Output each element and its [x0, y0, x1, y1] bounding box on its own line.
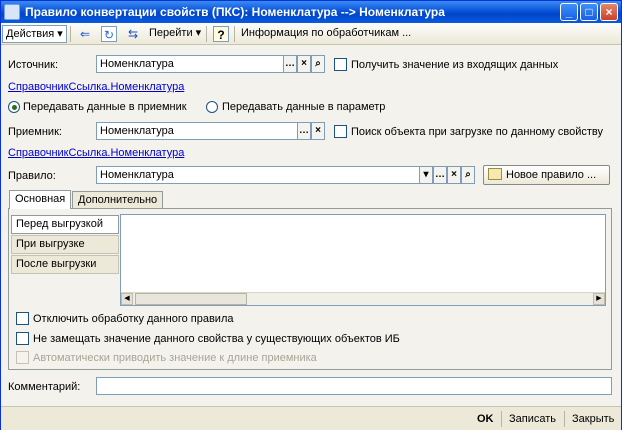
source-type-link[interactable]: СправочникСсылка.Номенклатура	[8, 81, 184, 93]
maximize-icon: □	[585, 5, 593, 19]
source-label: Источник:	[8, 59, 59, 71]
rule-label: Правило:	[8, 170, 56, 182]
rule-search-button[interactable]: ⌕	[461, 166, 475, 184]
disable-rule-checkbox[interactable]	[16, 312, 29, 325]
clear-icon: ×	[301, 58, 307, 69]
close-button[interactable]: Закрыть	[572, 410, 614, 428]
toolbar-separator	[206, 26, 207, 42]
help-button[interactable]: ?	[213, 26, 229, 42]
arrow-left-icon[interactable]: ⇐	[77, 26, 93, 42]
footer-separator	[564, 411, 565, 427]
search-icon: ⌕	[315, 58, 321, 69]
disable-rule-label: Отключить обработку данного правила	[33, 313, 234, 325]
goto-label: Перейти	[149, 27, 193, 39]
handler-code-editor[interactable]: ◀ ▶	[120, 214, 606, 306]
receiver-type-link[interactable]: СправочникСсылка.Номенклатура	[8, 147, 184, 159]
scroll-right-icon[interactable]: ▶	[593, 293, 605, 305]
toolbar-separator	[70, 26, 71, 42]
search-on-load-label: Поиск объекта при загрузке по данному св…	[351, 126, 604, 138]
goto-icon[interactable]: ⇆	[125, 26, 141, 42]
source-field[interactable]: Номенклатура	[96, 55, 284, 73]
handler-before-export[interactable]: Перед выгрузкой	[11, 215, 119, 234]
receiver-clear-button[interactable]: ×	[311, 122, 325, 140]
no-replace-checkbox[interactable]	[16, 332, 29, 345]
save-button[interactable]: Записать	[509, 410, 556, 428]
auto-length-checkbox[interactable]	[16, 351, 29, 364]
search-on-load-checkbox[interactable]	[334, 125, 347, 138]
comment-label: Комментарий:	[8, 381, 81, 393]
tab-main[interactable]: Основная	[9, 190, 72, 209]
handlers-info-button[interactable]: Информация по обработчикам ...	[241, 25, 411, 43]
get-from-incoming-label: Получить значение из входящих данных	[351, 59, 559, 71]
receiver-select-button[interactable]: …	[297, 122, 311, 140]
footer-separator	[501, 411, 502, 427]
receiver-field[interactable]: Номенклатура	[96, 122, 298, 140]
dropdown-arrow-icon: ▾	[57, 28, 63, 40]
minimize-button[interactable]: _	[560, 3, 578, 21]
scroll-left-icon[interactable]: ◀	[121, 293, 133, 305]
radio-selected-dot	[12, 105, 17, 110]
tab-additional[interactable]: Дополнительно	[72, 191, 164, 209]
clear-icon: ×	[315, 125, 321, 136]
rule-dropdown-button[interactable]: ▾	[419, 166, 433, 184]
title-bar[interactable]: Правило конвертации свойств (ПКС): Номен…	[1, 1, 621, 23]
source-clear-button[interactable]: ×	[297, 55, 311, 73]
chevron-down-icon: ▾	[423, 169, 429, 180]
new-rule-button[interactable]: Новое правило ...	[483, 165, 610, 185]
comment-field[interactable]	[96, 377, 612, 395]
form-icon	[4, 4, 20, 20]
toolbar: Действия ▾ ⇐ ↻ ⇆ Перейти ▾ ? Информация …	[1, 23, 621, 45]
ok-button[interactable]: OK	[477, 410, 494, 428]
source-search-button[interactable]: ⌕	[311, 55, 325, 73]
refresh-icon[interactable]: ↻	[101, 26, 117, 42]
rule-field[interactable]: Номенклатура	[96, 166, 420, 184]
footer-bar: OK Записать Закрыть	[1, 406, 621, 430]
scroll-thumb[interactable]	[135, 293, 247, 305]
close-icon: ×	[605, 5, 613, 19]
actions-label: Действия	[6, 28, 55, 40]
radio-pass-to-param[interactable]	[206, 101, 218, 113]
window-title: Правило конвертации свойств (ПКС): Номен…	[25, 5, 445, 19]
radio-pass-to-receiver-label: Передавать данные в приемник	[23, 101, 187, 113]
radio-pass-to-receiver[interactable]	[8, 101, 20, 113]
no-replace-label: Не замещать значение данного свойства у …	[33, 333, 400, 345]
maximize-button[interactable]: □	[580, 3, 598, 21]
goto-menu-button[interactable]: Перейти ▾	[149, 25, 201, 43]
minimize-icon: _	[565, 5, 573, 19]
get-from-incoming-checkbox[interactable]	[334, 58, 347, 71]
handler-on-export[interactable]: При выгрузке	[11, 235, 119, 254]
source-select-button[interactable]: …	[283, 55, 297, 73]
rule-clear-button[interactable]: ×	[447, 166, 461, 184]
horizontal-scrollbar[interactable]: ◀ ▶	[121, 292, 605, 305]
rule-window: Правило конвертации свойств (ПКС): Номен…	[0, 0, 622, 430]
auto-length-label: Автоматически приводить значение к длине…	[33, 352, 317, 364]
new-rule-icon	[488, 168, 502, 180]
search-icon: ⌕	[465, 169, 471, 180]
handler-after-export[interactable]: После выгрузки	[11, 255, 119, 274]
receiver-label: Приемник:	[8, 126, 62, 138]
actions-menu-button[interactable]: Действия ▾	[2, 25, 67, 43]
radio-pass-to-param-label: Передавать данные в параметр	[222, 101, 386, 113]
clear-icon: ×	[451, 169, 457, 180]
toolbar-separator	[234, 26, 235, 42]
dropdown-arrow-icon: ▾	[195, 27, 202, 39]
close-window-button[interactable]: ×	[600, 3, 618, 21]
rule-select-button[interactable]: …	[433, 166, 447, 184]
new-rule-label: Новое правило ...	[506, 169, 597, 181]
